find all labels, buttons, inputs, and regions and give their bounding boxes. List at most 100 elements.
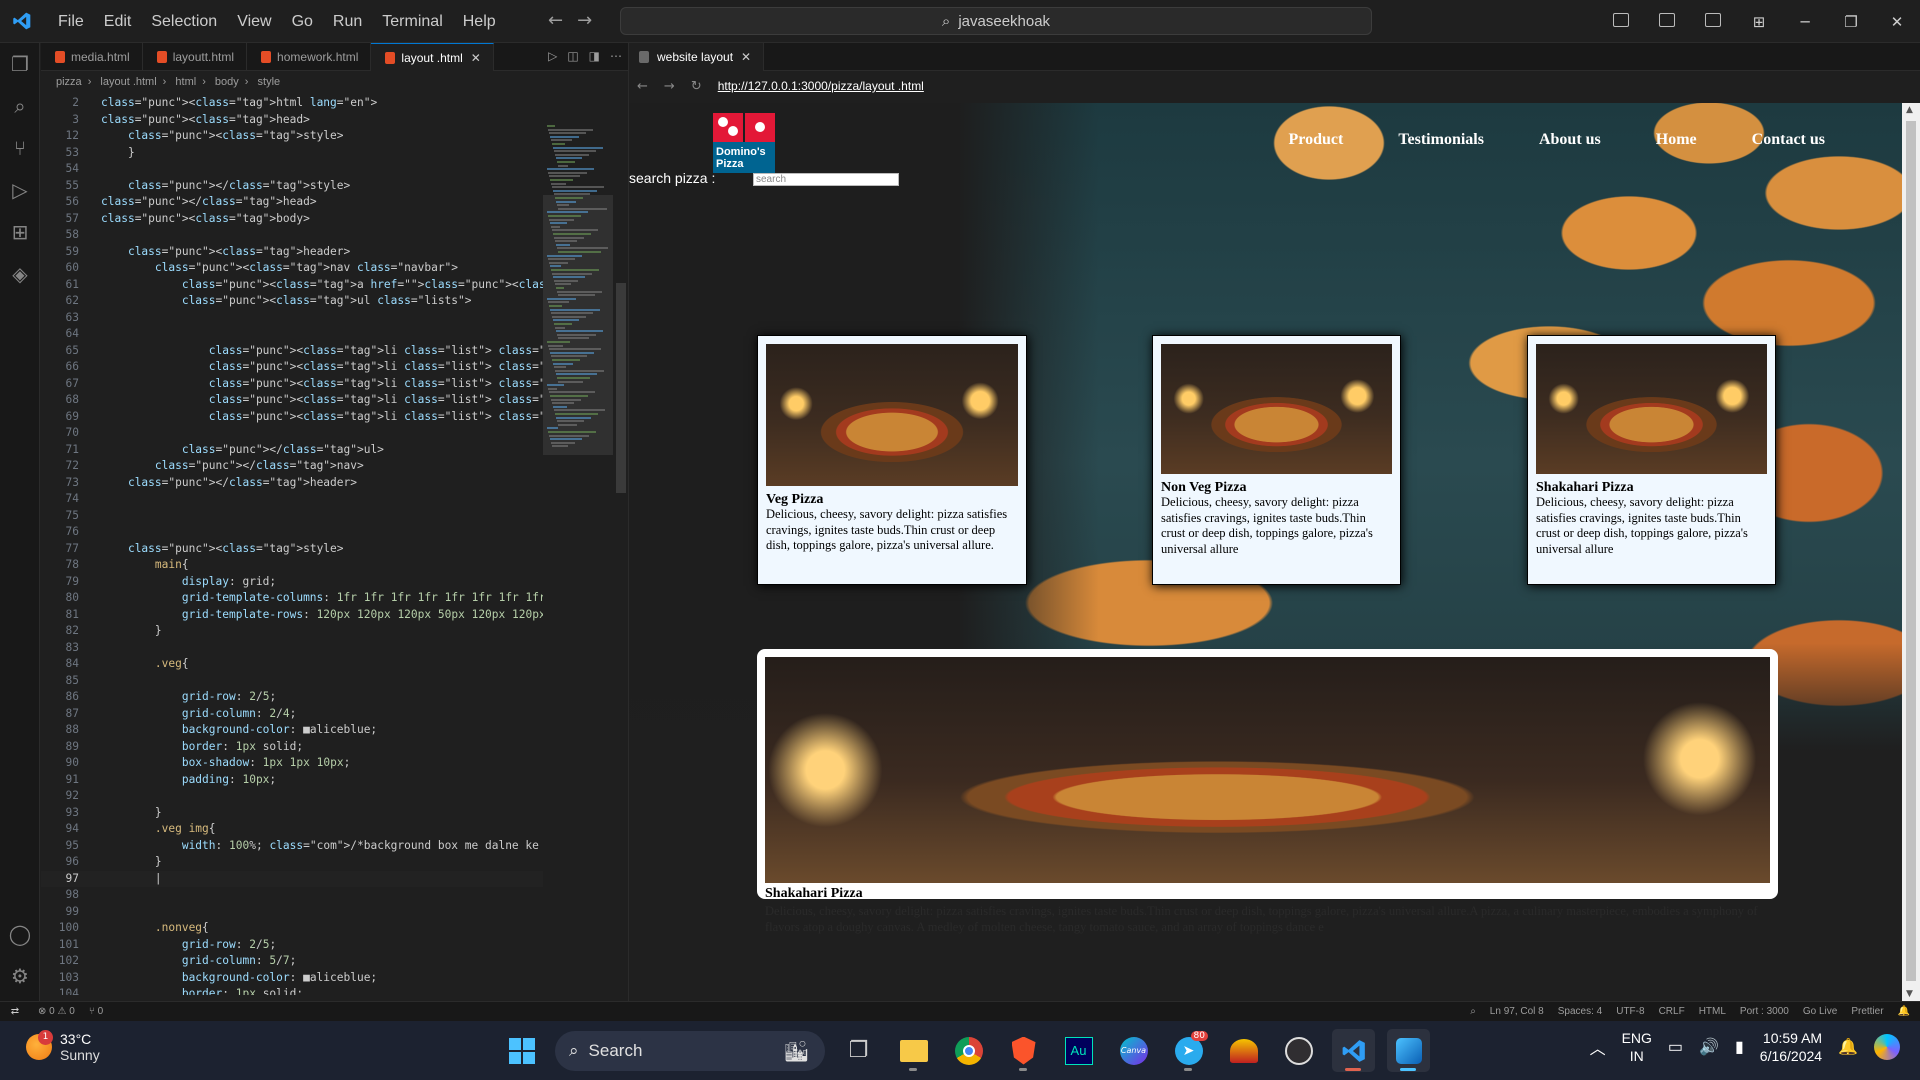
split-editor-icon[interactable]: ◨ <box>589 49 600 63</box>
extensions-icon[interactable]: ⊞ <box>0 211 40 253</box>
code-line[interactable]: 96 } <box>41 854 543 871</box>
nav-contact-us[interactable]: Contact us <box>1752 131 1825 149</box>
code-line[interactable]: 72 class="punc"></class="tag">nav> <box>41 458 543 475</box>
code-line[interactable]: 68 class="punc"><class="tag">li class="l… <box>41 392 543 409</box>
page-scrollbar[interactable]: ▲ ▼ <box>1902 103 1920 1001</box>
code-line[interactable]: 93 } <box>41 805 543 822</box>
tab-media-html[interactable]: media.html <box>41 43 143 71</box>
menu-help[interactable]: Help <box>453 0 506 43</box>
code-line[interactable]: 94 .veg img{ <box>41 821 543 838</box>
back-arrow-icon[interactable]: ← <box>548 10 563 31</box>
code-line[interactable]: 86 grid-row: 2/5; <box>41 689 543 706</box>
more-actions-icon[interactable]: ⋯ <box>610 49 622 63</box>
snipping-tool-icon[interactable] <box>1387 1029 1430 1072</box>
code-line[interactable]: 53 } <box>41 145 543 162</box>
code-line[interactable]: 78 main{ <box>41 557 543 574</box>
tab-homework-html[interactable]: homework.html <box>247 43 372 71</box>
scroll-down-icon[interactable]: ▼ <box>1906 989 1913 999</box>
breadcrumb-style[interactable]: style <box>258 76 281 88</box>
code-line[interactable]: 59 class="punc"><class="tag">header> <box>41 244 543 261</box>
menu-selection[interactable]: Selection <box>141 0 227 43</box>
nav-about-us[interactable]: About us <box>1539 131 1601 149</box>
code-line[interactable]: 71 class="punc"></class="tag">ul> <box>41 442 543 459</box>
code-line[interactable]: 97 | <box>41 870 543 887</box>
source-control-icon[interactable]: ⑂ <box>0 127 40 169</box>
nav-product[interactable]: Product <box>1289 131 1344 149</box>
line-ending[interactable]: CRLF <box>1659 1002 1685 1022</box>
nav-testimonials[interactable]: Testimonials <box>1398 131 1484 149</box>
prettier-status[interactable]: Prettier <box>1851 1002 1883 1022</box>
code-line[interactable]: 67 class="punc"><class="tag">li class="l… <box>41 376 543 393</box>
code-line[interactable]: 60 class="punc"><class="tag">nav class="… <box>41 260 543 277</box>
restore-button[interactable]: ❐ <box>1828 13 1874 31</box>
command-center-search[interactable]: ⌕ javaseekhoak <box>620 7 1372 35</box>
code-line[interactable]: 73 class="punc"></class="tag">header> <box>41 475 543 492</box>
code-line[interactable]: 70 <box>41 425 543 442</box>
code-line[interactable]: 90 box-shadow: 1px 1px 10px; <box>41 755 543 772</box>
brave-browser-icon[interactable] <box>1002 1029 1045 1072</box>
code-line[interactable]: 85 <box>41 673 543 690</box>
python-icon[interactable]: ◈ <box>0 253 40 295</box>
code-line[interactable]: 69 class="punc"><class="tag">li class="l… <box>41 409 543 426</box>
nav-home[interactable]: Home <box>1656 131 1697 149</box>
run-file-icon[interactable]: ▷ <box>548 49 557 63</box>
problems-count[interactable]: ⊗ 0 ⚠ 0 <box>38 1006 75 1017</box>
minimap[interactable] <box>543 95 613 995</box>
live-server-port[interactable]: Port : 3000 <box>1740 1002 1789 1022</box>
battery-icon[interactable]: ▮ <box>1735 1037 1744 1057</box>
breadcrumb-html[interactable]: html <box>175 76 196 88</box>
code-line[interactable]: 58 <box>41 227 543 244</box>
cursor-position[interactable]: Ln 97, Col 8 <box>1490 1002 1544 1022</box>
code-line[interactable]: 95 width: 100%; class="com">/*background… <box>41 838 543 855</box>
encoding[interactable]: UTF-8 <box>1616 1002 1644 1022</box>
code-line[interactable]: 57 class="punc"><class="tag">body> <box>41 211 543 228</box>
code-line[interactable]: 77 class="punc"><class="tag">style> <box>41 541 543 558</box>
code-line[interactable]: 80 grid-template-columns: 1fr 1fr 1fr 1f… <box>41 590 543 607</box>
menu-go[interactable]: Go <box>282 0 323 43</box>
explorer-icon[interactable]: ❐ <box>0 43 40 85</box>
telegram-icon[interactable]: ➤ 80 <box>1167 1029 1210 1072</box>
code-line[interactable]: 74 <box>41 491 543 508</box>
scroll-up-icon[interactable]: ▲ <box>1906 105 1913 115</box>
show-hidden-icons-icon[interactable]: ︿ <box>1590 1035 1606 1059</box>
task-view-icon[interactable]: ❐ <box>837 1029 880 1072</box>
code-line[interactable]: 82 } <box>41 623 543 640</box>
canva-icon[interactable]: Canva <box>1112 1029 1155 1072</box>
code-line[interactable]: 12 class="punc"><class="tag">style> <box>41 128 543 145</box>
run-debug-icon[interactable]: ▷ <box>0 169 40 211</box>
settings-gear-icon[interactable]: ⚙ <box>0 955 40 997</box>
url-field[interactable]: http://127.0.0.1:3000/pizza/layout .html <box>718 79 924 93</box>
search-view-icon[interactable]: ⌕ <box>0 85 40 127</box>
code-line[interactable]: 65 class="punc"><class="tag">li class="l… <box>41 343 543 360</box>
code-line[interactable]: 64 <box>41 326 543 343</box>
dominos-logo[interactable]: Domino's Pizza <box>713 113 775 173</box>
vscode-taskbar-icon[interactable] <box>1332 1029 1375 1072</box>
code-line[interactable]: 102 grid-column: 5/7; <box>41 953 543 970</box>
toggle-sidebar-icon[interactable] <box>1598 12 1644 31</box>
forward-arrow-icon[interactable]: → <box>577 10 592 31</box>
code-line[interactable]: 62 class="punc"><class="tag">ul class="l… <box>41 293 543 310</box>
copilot-icon[interactable] <box>1874 1034 1900 1060</box>
code-editor[interactable]: 2 class="punc"><class="tag">html lang="en… <box>41 95 543 995</box>
file-explorer-icon[interactable] <box>892 1029 935 1072</box>
close-tab-icon[interactable]: ✕ <box>741 50 751 64</box>
code-line[interactable]: 88 background-color: ■aliceblue; <box>41 722 543 739</box>
reload-icon[interactable]: ↻ <box>691 79 702 94</box>
notification-bell-icon[interactable]: 🔔 <box>1838 1037 1858 1057</box>
language-mode[interactable]: HTML <box>1699 1002 1726 1022</box>
editor-scrollbar[interactable] <box>616 283 626 493</box>
start-button[interactable] <box>500 1029 543 1072</box>
close-tab-icon[interactable]: ✕ <box>471 51 481 65</box>
network-icon[interactable]: ▭ <box>1668 1037 1683 1057</box>
language-indicator[interactable]: ENG IN <box>1622 1029 1652 1065</box>
notifications-bell-icon[interactable]: 🔔 <box>1898 1002 1910 1022</box>
scrollbar-thumb[interactable] <box>1906 121 1916 981</box>
code-line[interactable]: 2 class="punc"><class="tag">html lang="en… <box>41 95 543 112</box>
search-pizza-input[interactable]: search <box>753 173 899 186</box>
code-line[interactable]: 100 .nonveg{ <box>41 920 543 937</box>
close-window-button[interactable]: ✕ <box>1874 13 1920 31</box>
tab-layoutt-html[interactable]: layoutt.html <box>143 43 248 71</box>
go-live-button[interactable]: Go Live <box>1803 1002 1837 1022</box>
code-line[interactable]: 101 grid-row: 2/5; <box>41 937 543 954</box>
breadcrumb-file[interactable]: layout .html <box>100 76 156 88</box>
